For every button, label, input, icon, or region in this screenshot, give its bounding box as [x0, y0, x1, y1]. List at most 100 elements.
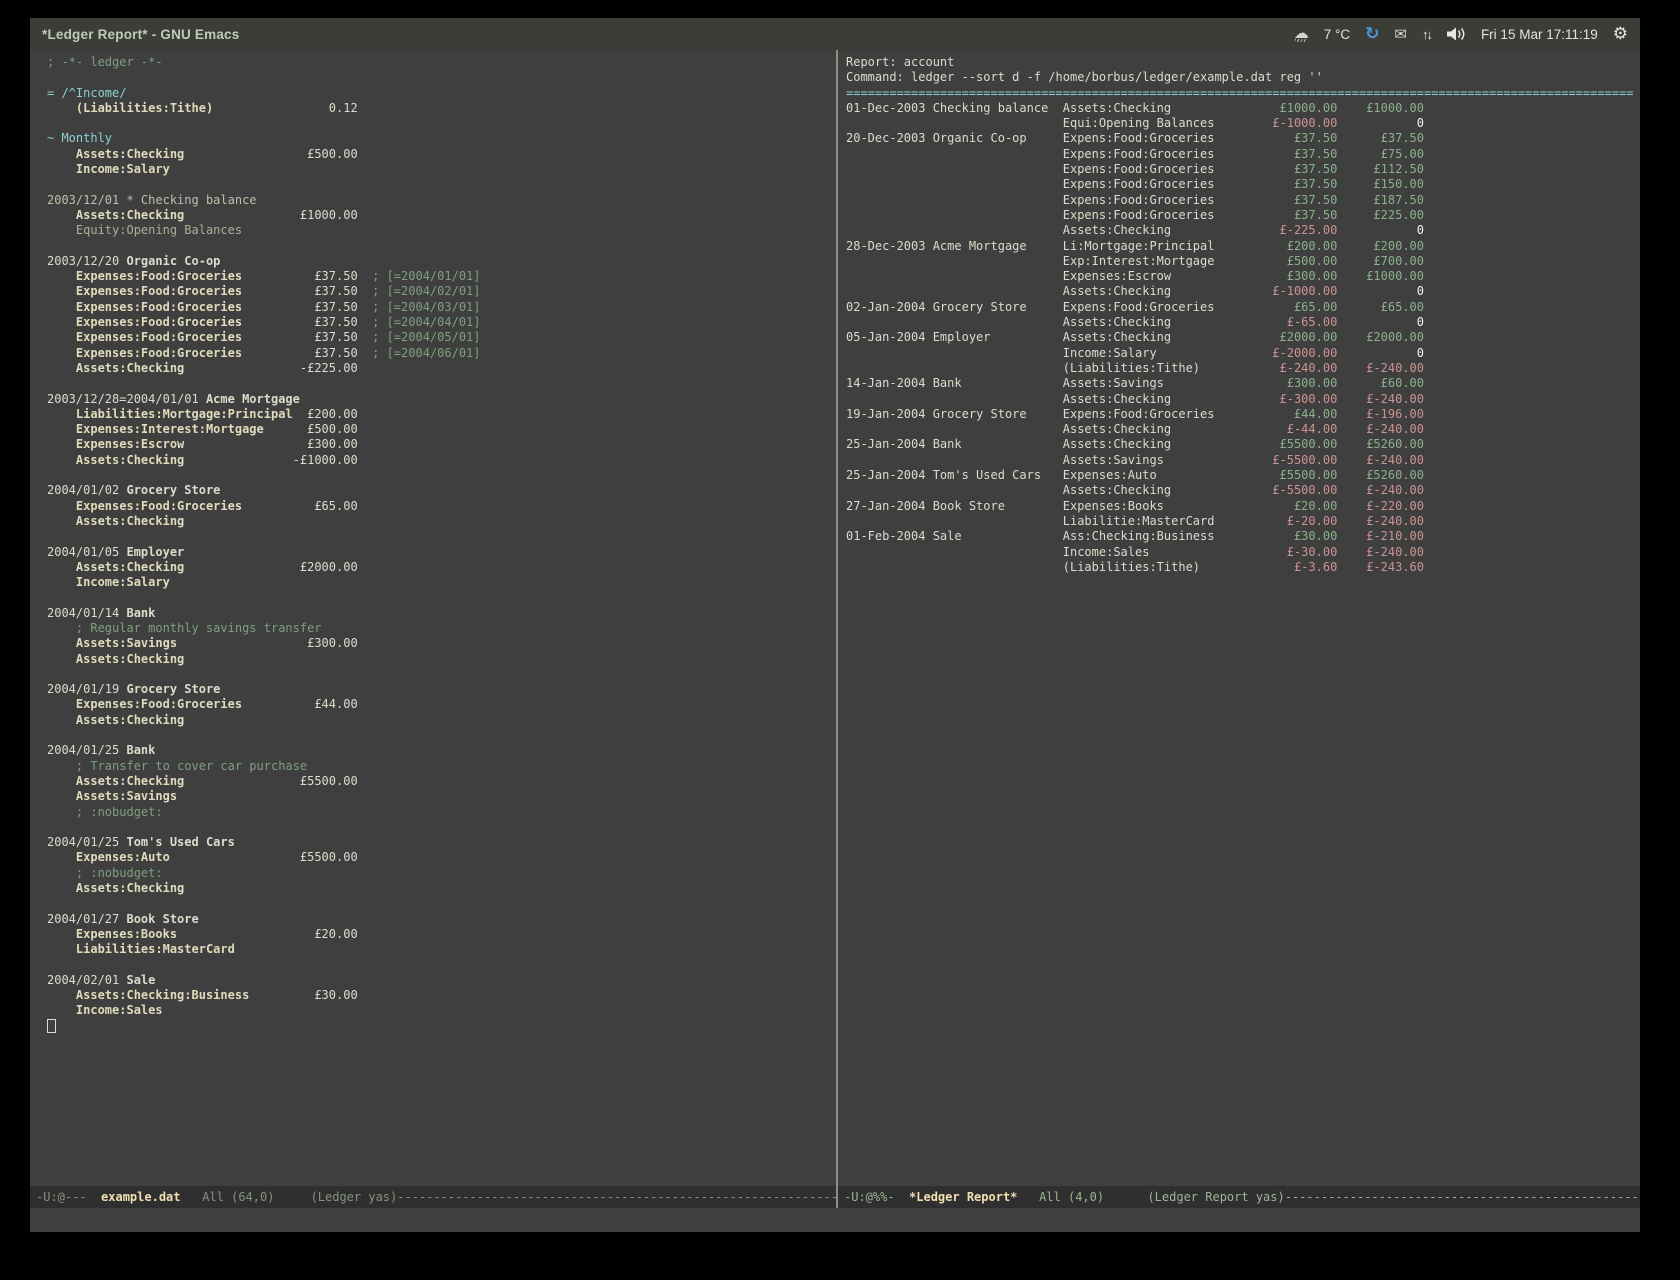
amount: £300.00: [177, 636, 358, 650]
buffer-line: [47, 896, 836, 911]
volume-icon[interactable]: [1446, 27, 1466, 41]
amount: -£1000.00: [184, 453, 357, 467]
register-account: Assets:Checking: [1063, 101, 1251, 115]
indent: [47, 575, 76, 589]
register-row: Assets:Checking £-225.00 0: [846, 223, 1640, 238]
echo-area[interactable]: [30, 1208, 1640, 1232]
register-account: Income:Sales: [1063, 545, 1251, 559]
rain-hatch: [1295, 39, 1307, 42]
report-buffer[interactable]: Report: accountCommand: ledger --sort d …: [838, 50, 1640, 1186]
register-running-total: £-243.60: [1337, 560, 1424, 574]
register-account: Income:Salary: [1063, 346, 1251, 360]
buffer-line: Expenses:Food:Groceries £37.50 ; [=2004/…: [47, 346, 836, 361]
register-amount: £1000.00: [1251, 101, 1338, 115]
account-name: Assets:Checking:Business: [76, 988, 249, 1002]
register-amount: £37.50: [1251, 193, 1338, 207]
indent: [47, 927, 76, 941]
register-running-total: £1000.00: [1337, 101, 1424, 115]
register-running-total: £112.50: [1337, 162, 1424, 176]
clock-label[interactable]: Fri 15 Mar 17:11:19: [1481, 27, 1598, 42]
indent: [47, 162, 76, 176]
right-modeline[interactable]: -U:@%%- *Ledger Report* All (4,0) (Ledge…: [838, 1186, 1640, 1208]
register-account: Expens:Food:Groceries: [1063, 193, 1251, 207]
account-name: Assets:Savings: [76, 789, 177, 803]
payee: Grocery Store: [126, 483, 220, 497]
register-account: Liabilitie:MasterCard: [1063, 514, 1251, 528]
mail-icon[interactable]: ✉: [1394, 27, 1407, 42]
buffer-line: 2004/01/25 Bank: [47, 743, 836, 758]
buffer-line: Expenses:Food:Groceries £65.00: [47, 499, 836, 514]
titlebar[interactable]: *Ledger Report* - GNU Emacs ☁ 7 °C ↻ ✉ ↑…: [30, 18, 1640, 50]
indent: [47, 881, 76, 895]
register-amount: £-1000.00: [1251, 116, 1338, 130]
transaction-date: 2004/01/05: [47, 545, 126, 559]
register-date-payee: [846, 361, 1063, 375]
register-amount: £200.00: [1251, 239, 1338, 253]
window-split: ; -*- ledger -*- = /^Income/ (Liabilitie…: [30, 50, 1640, 1208]
payee: Tom's Used Cars: [126, 835, 234, 849]
register-account: Expenses:Auto: [1063, 468, 1251, 482]
payee: Bank: [126, 606, 155, 620]
register-account: Expens:Food:Groceries: [1063, 208, 1251, 222]
buffer-line: Assets:Checking £500.00: [47, 147, 836, 162]
payee: Acme Mortgage: [206, 392, 300, 406]
indent: [47, 361, 76, 375]
effective-date-note: ; [=2004/04/01]: [358, 315, 481, 329]
register-row: (Liabilities:Tithe) £-240.00 £-240.00: [846, 361, 1640, 376]
account-name: Expenses:Food:Groceries: [76, 499, 242, 513]
account-name: Assets:Checking: [76, 560, 184, 574]
weather-cloud-icon[interactable]: ☁: [1294, 26, 1309, 42]
register-row: Assets:Savings £-5500.00 £-240.00: [846, 453, 1640, 468]
left-modeline[interactable]: -U:@--- example.dat All (64,0) (Ledger y…: [30, 1186, 836, 1208]
buffer-line: 2004/02/01 Sale: [47, 973, 836, 988]
register-row: Expens:Food:Groceries £37.50 £225.00: [846, 208, 1640, 223]
amount: £2000.00: [184, 560, 357, 574]
register-row: 25-Jan-2004 Bank Assets:Checking £5500.0…: [846, 437, 1640, 452]
indent: [47, 269, 76, 283]
register-row: 05-Jan-2004 Employer Assets:Checking £20…: [846, 330, 1640, 345]
account-name: Income:Salary: [76, 162, 170, 176]
register-row: Exp:Interest:Mortgage £500.00 £700.00: [846, 254, 1640, 269]
indent: [47, 499, 76, 513]
register-account: Expenses:Escrow: [1063, 269, 1251, 283]
session-gear-icon[interactable]: ⚙: [1613, 26, 1628, 43]
register-account: (Liabilities:Tithe): [1063, 560, 1251, 574]
register-running-total: £-220.00: [1337, 499, 1424, 513]
posting-note: ; Transfer to cover car purchase: [47, 759, 307, 773]
amount: £44.00: [242, 697, 358, 711]
buffer-line: Assets:Checking:Business £30.00: [47, 988, 836, 1003]
amount: £200.00: [293, 407, 358, 421]
register-running-total: £-210.00: [1337, 529, 1424, 543]
register-account: Expens:Food:Groceries: [1063, 131, 1251, 145]
amount: £300.00: [184, 437, 357, 451]
register-running-total: £5260.00: [1337, 468, 1424, 482]
indent: [47, 774, 76, 788]
network-arrows-icon[interactable]: ↑↓: [1422, 27, 1431, 42]
register-account: Expens:Food:Groceries: [1063, 407, 1251, 421]
ledger-buffer[interactable]: ; -*- ledger -*- = /^Income/ (Liabilitie…: [30, 50, 836, 1186]
system-tray: ☁ 7 °C ↻ ✉ ↑↓ Fri 15 Mar 17:11:19 ⚙: [1294, 26, 1628, 43]
register-running-total: £-240.00: [1337, 361, 1424, 375]
buffer-line: [47, 70, 836, 85]
register-row: Expens:Food:Groceries £37.50 £112.50: [846, 162, 1640, 177]
refresh-icon[interactable]: ↻: [1365, 26, 1379, 43]
indent: [47, 330, 76, 344]
register-row: Assets:Checking £-5500.00 £-240.00: [846, 483, 1640, 498]
register-running-total: £-240.00: [1337, 545, 1424, 559]
register-running-total: £225.00: [1337, 208, 1424, 222]
register-amount: £-20.00: [1251, 514, 1338, 528]
account-name: Expenses:Food:Groceries: [76, 697, 242, 711]
register-account: Assets:Savings: [1063, 376, 1251, 390]
register-account: Expens:Food:Groceries: [1063, 147, 1251, 161]
account-name: Expenses:Food:Groceries: [76, 269, 242, 283]
periodic-directive: = /^Income/: [47, 86, 126, 100]
register-date-payee: [846, 147, 1063, 161]
buffer-line: Expenses:Books £20.00: [47, 927, 836, 942]
periodic-directive: ~ Monthly: [47, 131, 112, 145]
payee: Grocery Store: [126, 682, 220, 696]
register-row: Expenses:Escrow £300.00 £1000.00: [846, 269, 1640, 284]
account-name: Assets:Savings: [76, 636, 177, 650]
register-date-payee: 19-Jan-2004 Grocery Store: [846, 407, 1063, 421]
effective-date-note: ; [=2004/01/01]: [358, 269, 481, 283]
register-running-total: £187.50: [1337, 193, 1424, 207]
